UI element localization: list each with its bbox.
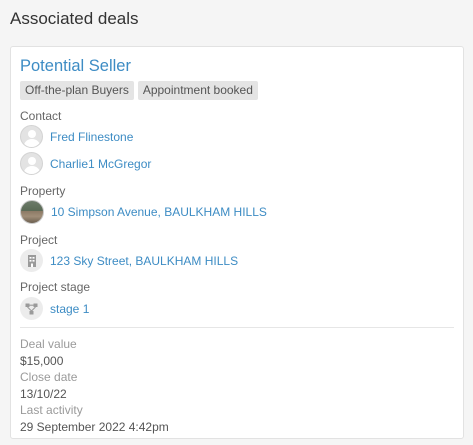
stage-link[interactable]: stage 1 bbox=[50, 302, 89, 316]
contact-link-fred[interactable]: Fred Flinestone bbox=[50, 130, 133, 144]
stage-row[interactable]: stage 1 bbox=[20, 297, 89, 320]
close-date: 13/10/22 bbox=[20, 387, 67, 401]
deal-tags: Off-the-plan Buyers Appointment booked bbox=[20, 81, 258, 100]
section-title: Associated deals bbox=[10, 9, 139, 28]
deal-card: Potential Seller Off-the-plan Buyers App… bbox=[10, 46, 464, 439]
property-photo bbox=[20, 200, 44, 224]
tag-off-the-plan-buyers: Off-the-plan Buyers bbox=[20, 81, 134, 100]
deal-value-label: Deal value bbox=[20, 337, 77, 351]
contact-row-fred[interactable]: Fred Flinestone bbox=[20, 125, 133, 148]
contact-row-charlie[interactable]: Charlie1 McGregor bbox=[20, 152, 151, 175]
building-icon bbox=[20, 249, 43, 272]
project-label: Project bbox=[20, 233, 58, 247]
tag-appointment-booked: Appointment booked bbox=[137, 81, 258, 100]
last-activity-label: Last activity bbox=[20, 403, 83, 417]
project-stage-label: Project stage bbox=[20, 280, 91, 294]
stage-flow-icon bbox=[20, 297, 43, 320]
close-date-label: Close date bbox=[20, 370, 78, 384]
divider bbox=[20, 327, 454, 328]
deal-value: $15,000 bbox=[20, 354, 64, 368]
property-row[interactable]: 10 Simpson Avenue, BAULKHAM HILLS bbox=[20, 200, 267, 224]
project-row[interactable]: 123 Sky Street, BAULKHAM HILLS bbox=[20, 249, 238, 272]
last-activity: 29 September 2022 4:42pm bbox=[20, 420, 169, 434]
deal-title-link[interactable]: Potential Seller bbox=[20, 57, 131, 76]
property-label: Property bbox=[20, 184, 66, 198]
contact-label: Contact bbox=[20, 109, 62, 123]
project-link[interactable]: 123 Sky Street, BAULKHAM HILLS bbox=[50, 254, 238, 268]
user-avatar-icon bbox=[20, 125, 43, 148]
user-avatar-icon bbox=[20, 152, 43, 175]
contact-link-charlie[interactable]: Charlie1 McGregor bbox=[50, 157, 151, 171]
property-link[interactable]: 10 Simpson Avenue, BAULKHAM HILLS bbox=[51, 205, 267, 219]
